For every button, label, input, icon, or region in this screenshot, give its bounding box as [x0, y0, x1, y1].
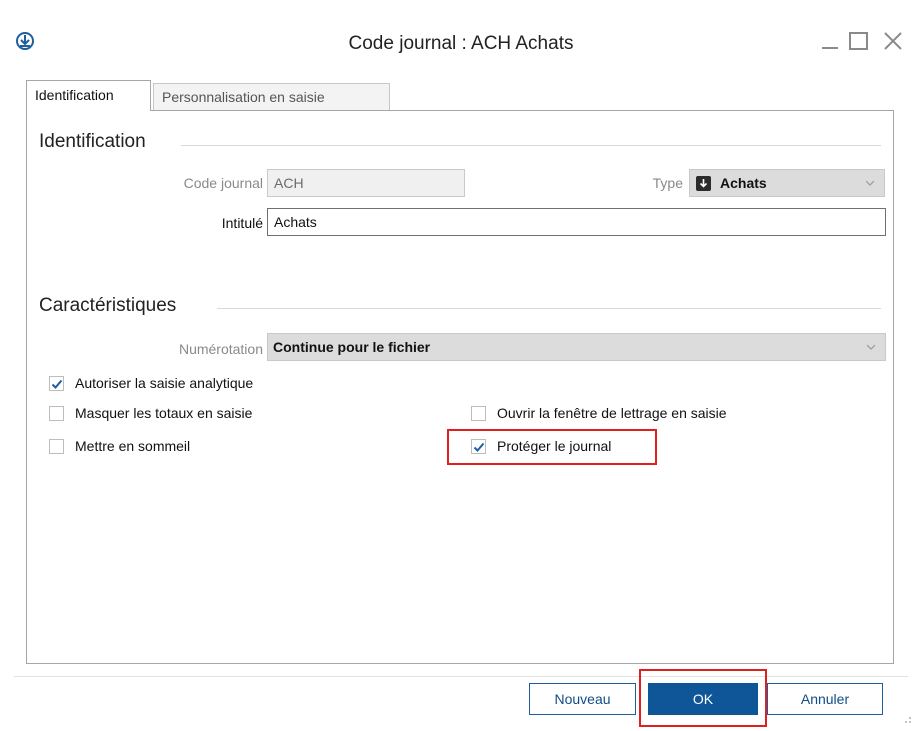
checkbox-mettre-en-sommeil[interactable]: Mettre en sommeil [49, 437, 349, 459]
code-journal-label: Code journal [183, 175, 263, 191]
nouveau-button[interactable]: Nouveau [529, 683, 636, 715]
checkbox-autoriser-saisie-analytique[interactable]: Autoriser la saisie analytique [49, 374, 349, 396]
section-title-identification: Identification [39, 131, 146, 152]
checkbox-masquer-totaux[interactable]: Masquer les totaux en saisie [49, 404, 349, 426]
resize-grip-icon[interactable] [900, 712, 912, 724]
chevron-down-icon [866, 180, 874, 186]
numerotation-value: Continue pour le fichier [273, 339, 431, 355]
intitule-label: Intitulé [221, 215, 263, 231]
highlight-box [639, 669, 767, 727]
maximize-icon[interactable] [846, 28, 872, 54]
checkbox-ouvrir-lettrage[interactable]: Ouvrir la fenêtre de lettrage en saisie [471, 404, 871, 426]
checkbox-box[interactable] [49, 376, 64, 391]
numerotation-select[interactable]: Continue pour le fichier [267, 333, 886, 361]
chevron-down-icon [867, 344, 875, 350]
checkbox-label: Masquer les totaux en saisie [75, 405, 253, 421]
footer-divider [14, 676, 908, 677]
tab-personnalisation-en-saisie[interactable]: Personnalisation en saisie [153, 83, 390, 110]
type-select[interactable]: Achats [689, 169, 885, 197]
annuler-button[interactable]: Annuler [767, 683, 883, 715]
section-divider [181, 145, 881, 146]
code-journal-field[interactable]: ACH [267, 169, 465, 197]
window-title: Code journal : ACH Achats [348, 33, 574, 54]
checkbox-box[interactable] [471, 406, 486, 421]
section-title-caracteristiques: Caractéristiques [39, 295, 177, 316]
close-icon[interactable] [880, 28, 906, 54]
highlight-box [447, 429, 657, 465]
intitule-input[interactable]: Achats [267, 208, 886, 236]
type-value: Achats [720, 175, 767, 191]
checkmark-icon [51, 379, 63, 389]
tab-identification[interactable]: Identification [26, 80, 151, 111]
checkbox-box[interactable] [49, 406, 64, 421]
minimize-icon[interactable] [818, 28, 844, 54]
download-arrow-icon [696, 176, 711, 191]
checkbox-label: Mettre en sommeil [75, 438, 191, 454]
checkbox-label: Ouvrir la fenêtre de lettrage en saisie [497, 405, 727, 421]
checkbox-box[interactable] [49, 439, 64, 454]
checkbox-label: Autoriser la saisie analytique [75, 375, 254, 391]
title-bar: Code journal : ACH Achats [0, 0, 922, 80]
section-divider [217, 308, 881, 309]
tab-panel: Identification Code journal ACH Type Ach… [26, 110, 894, 664]
numerotation-label: Numérotation [178, 341, 263, 357]
type-label: Type [652, 175, 683, 191]
